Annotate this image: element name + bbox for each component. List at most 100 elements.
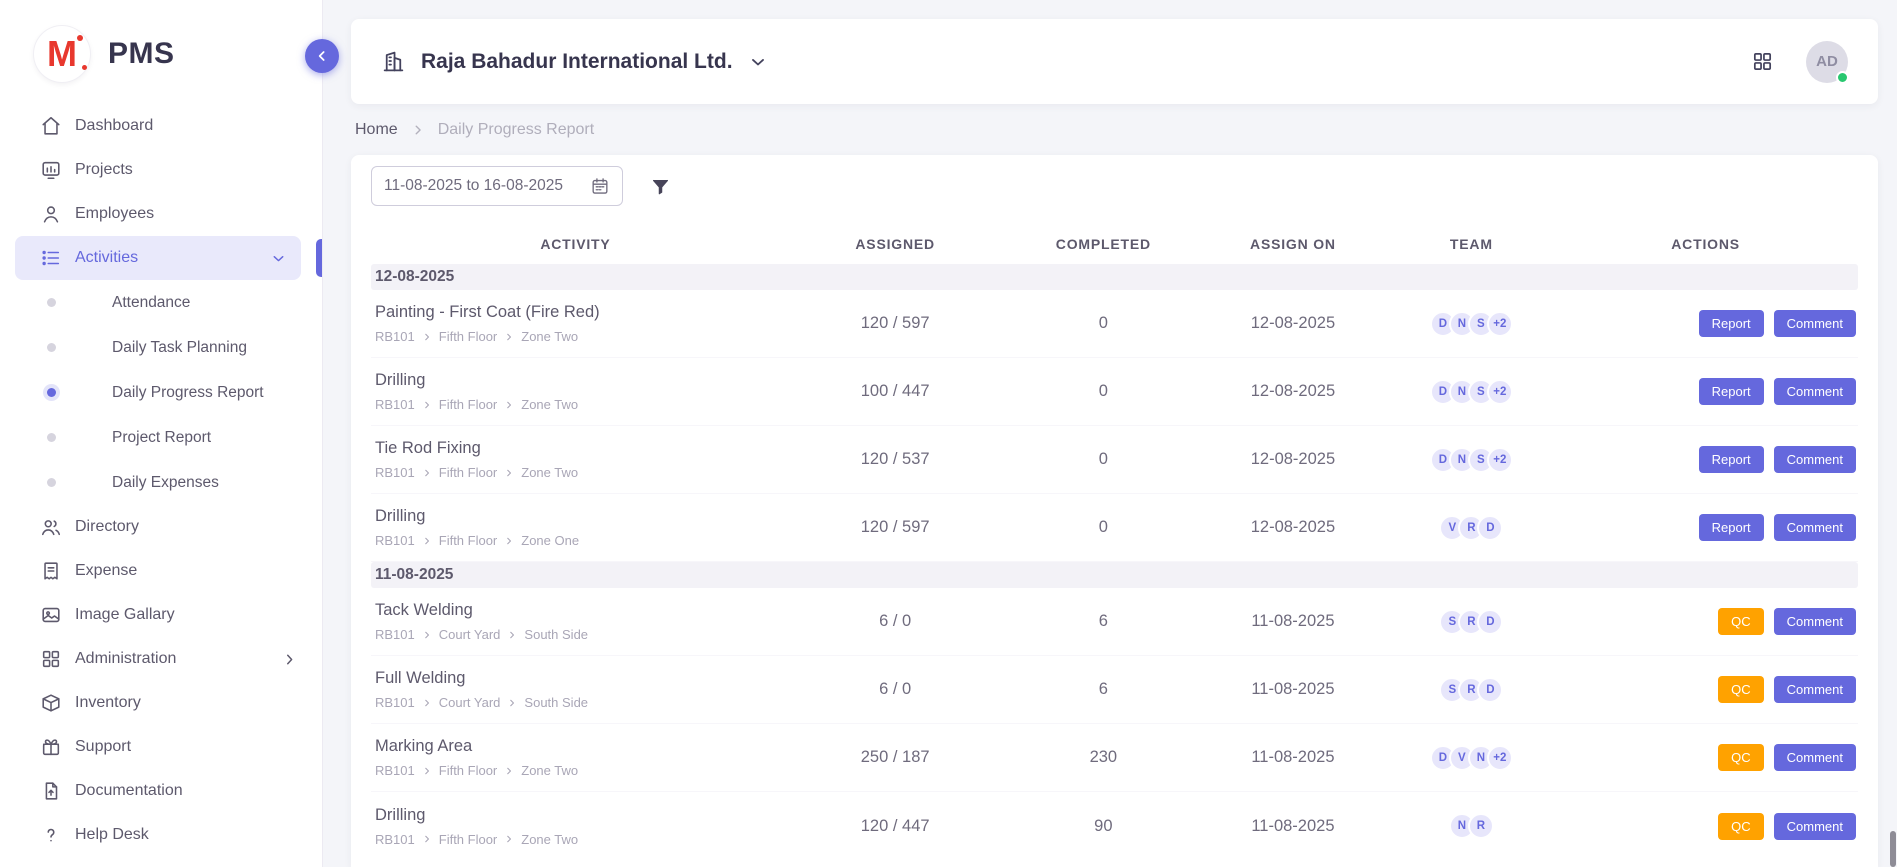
brand[interactable]: M PMS (0, 0, 322, 104)
chevron-small-icon (422, 468, 432, 478)
filter-icon[interactable] (650, 176, 671, 197)
chevron-small-icon (504, 834, 514, 844)
team-more-badge[interactable]: +2 (1487, 447, 1513, 473)
column-header-assign-on: ASSIGN ON (1196, 236, 1389, 252)
column-header-assigned: ASSIGNED (780, 236, 1010, 252)
activity-location-path: RB101Court YardSouth Side (375, 695, 780, 710)
sidebar-item-activities[interactable]: Activities (15, 236, 301, 280)
user-avatar[interactable]: AD (1806, 41, 1848, 83)
sidebar-subitem-attendance[interactable]: Attendance (0, 280, 322, 325)
team-member-badge[interactable]: D (1477, 609, 1503, 635)
sidebar-item-label: Dashboard (75, 117, 153, 135)
team-member-badge[interactable]: D (1477, 515, 1503, 541)
grid-icon (40, 648, 62, 670)
report-button[interactable]: Report (1699, 514, 1764, 541)
path-segment: RB101 (375, 627, 415, 642)
activity-cell: DrillingRB101Fifth FloorZone Two (371, 806, 780, 847)
sidebar-subitem-daily-expenses[interactable]: Daily Expenses (0, 460, 322, 505)
team-member-badge[interactable]: R (1468, 813, 1494, 839)
qc-button[interactable]: QC (1718, 608, 1764, 635)
users-icon (40, 516, 62, 538)
comment-button[interactable]: Comment (1774, 378, 1856, 405)
qc-button[interactable]: QC (1718, 813, 1764, 840)
sidebar-subitem-project-report[interactable]: Project Report (0, 415, 322, 460)
sidebar-item-directory[interactable]: Directory (0, 505, 322, 549)
sidebar-nav: Dashboard ProjectsEmployeesActivitiesAtte… (0, 104, 322, 857)
top-header: Raja Bahadur International Ltd. AD (351, 19, 1878, 104)
team-more-badge[interactable]: +2 (1487, 311, 1513, 337)
sidebar-item-image-gallary[interactable]: Image Gallary (0, 593, 322, 637)
qc-button[interactable]: QC (1718, 744, 1764, 771)
scrollbar-thumb[interactable] (1890, 831, 1896, 867)
apps-grid-icon[interactable] (1751, 50, 1774, 73)
assign-on-date: 11-08-2025 (1196, 817, 1389, 836)
breadcrumb: Home Daily Progress Report (351, 104, 1878, 155)
sidebar-item-expense[interactable]: Expense (0, 549, 322, 593)
report-button[interactable]: Report (1699, 446, 1764, 473)
sidebar-item-administration[interactable]: Administration (0, 637, 322, 681)
column-header-actions: ACTIONS (1553, 236, 1858, 252)
comment-button[interactable]: Comment (1774, 310, 1856, 337)
comment-button[interactable]: Comment (1774, 514, 1856, 541)
activity-row: Tack WeldingRB101Court YardSouth Side6 /… (371, 588, 1858, 656)
activity-title: Drilling (375, 507, 780, 526)
breadcrumb-current: Daily Progress Report (438, 121, 595, 139)
projects-icon (40, 159, 62, 181)
team-more-badge[interactable]: +2 (1487, 745, 1513, 771)
comment-button[interactable]: Comment (1774, 744, 1856, 771)
path-segment: Fifth Floor (439, 832, 498, 847)
online-status-dot (1836, 71, 1849, 84)
breadcrumb-chevron-icon (411, 123, 425, 137)
sidebar-item-support[interactable]: Support (0, 725, 322, 769)
activity-row: DrillingRB101Fifth FloorZone One120 / 59… (371, 494, 1858, 562)
comment-button[interactable]: Comment (1774, 813, 1856, 840)
activity-location-path: RB101Court YardSouth Side (375, 627, 780, 642)
assigned-value: 120 / 597 (780, 314, 1010, 333)
assign-on-date: 12-08-2025 (1196, 518, 1389, 537)
chevron-down-icon (748, 52, 768, 72)
qc-button[interactable]: QC (1718, 676, 1764, 703)
report-button[interactable]: Report (1699, 310, 1764, 337)
activity-row: Full WeldingRB101Court YardSouth Side6 /… (371, 656, 1858, 724)
sidebar-collapse-button[interactable] (305, 39, 339, 73)
path-segment: Zone Two (521, 465, 578, 480)
active-indicator-bar (316, 239, 322, 277)
sidebar-item-help-desk[interactable]: Help Desk (0, 813, 322, 857)
actions-cell: QC Comment (1553, 676, 1858, 703)
path-segment: Zone Two (521, 397, 578, 412)
table-header-row: ACTIVITY ASSIGNED COMPLETED ASSIGN ON TE… (371, 224, 1858, 264)
activity-cell: DrillingRB101Fifth FloorZone Two (371, 371, 780, 412)
sidebar-item-label: Image Gallary (75, 606, 175, 624)
breadcrumb-home-link[interactable]: Home (355, 121, 398, 139)
assign-on-date: 11-08-2025 (1196, 612, 1389, 631)
sidebar: M PMS Dashboard ProjectsEmployeesActiviti… (0, 0, 323, 867)
sidebar-subitem-daily-progress-report[interactable]: Daily Progress Report (0, 370, 322, 415)
sidebar-item-label: Support (75, 738, 131, 756)
activity-cell: Marking AreaRB101Fifth FloorZone Two (371, 737, 780, 778)
comment-button[interactable]: Comment (1774, 446, 1856, 473)
team-more-badge[interactable]: +2 (1487, 379, 1513, 405)
building-icon (381, 49, 406, 74)
path-segment: Fifth Floor (439, 533, 498, 548)
report-button[interactable]: Report (1699, 378, 1764, 405)
sidebar-subitem-daily-task-planning[interactable]: Daily Task Planning (0, 325, 322, 370)
company-selector[interactable]: Raja Bahadur International Ltd. (381, 49, 768, 74)
sidebar-item-dashboard[interactable]: Dashboard (0, 104, 322, 148)
chevron-small-icon (422, 332, 432, 342)
sidebar-item-projects[interactable]: Projects (0, 148, 322, 192)
activity-title: Tie Rod Fixing (375, 439, 780, 458)
path-segment: RB101 (375, 329, 415, 344)
sidebar-item-employees[interactable]: Employees (0, 192, 322, 236)
activity-location-path: RB101Fifth FloorZone One (375, 533, 780, 548)
bullet-dot (47, 388, 56, 397)
sidebar-item-inventory[interactable]: Inventory (0, 681, 322, 725)
activity-location-path: RB101Fifth FloorZone Two (375, 329, 780, 344)
comment-button[interactable]: Comment (1774, 608, 1856, 635)
activity-row: DrillingRB101Fifth FloorZone Two120 / 44… (371, 792, 1858, 860)
date-range-input[interactable]: 11-08-2025 to 16-08-2025 (371, 166, 623, 206)
comment-button[interactable]: Comment (1774, 676, 1856, 703)
actions-cell: QC Comment (1553, 744, 1858, 771)
team-member-badge[interactable]: D (1477, 677, 1503, 703)
sidebar-item-documentation[interactable]: Documentation (0, 769, 322, 813)
user-icon (40, 203, 62, 225)
